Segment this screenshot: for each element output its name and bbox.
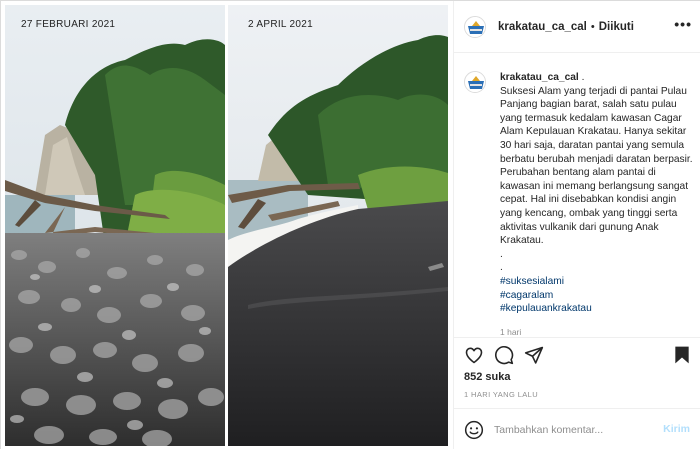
sandy-beach-image — [228, 5, 448, 446]
like-count[interactable]: 852 suka — [464, 371, 510, 383]
post-media[interactable]: 27 FEBRUARI 2021 2 APRIL 2021 — [1, 1, 453, 449]
post-side-panel: krakatau_ca_cal • Diikuti ••• krakatau_c… — [453, 1, 700, 449]
caption-body: krakatau_ca_cal . Suksesi Alam yang terj… — [500, 71, 696, 339]
caption-avatar[interactable] — [464, 71, 486, 93]
hashtag-link[interactable]: #suksesialami — [500, 275, 696, 289]
divider — [454, 337, 700, 338]
krakatau-logo-icon — [465, 72, 485, 92]
hashtag-link[interactable]: #kepulauankrakatau — [500, 302, 696, 316]
rocky-beach-image — [5, 5, 225, 446]
heart-icon[interactable] — [464, 345, 484, 365]
caption-text: Suksesi Alam yang terjadi di pantai Pula… — [500, 85, 693, 247]
caption-dot: . — [500, 262, 503, 274]
comment-icon[interactable] — [494, 345, 514, 365]
photo-date-before: 27 FEBRUARI 2021 — [21, 19, 116, 30]
smiley-icon[interactable] — [464, 420, 484, 440]
hashtag-link[interactable]: #cagaralam — [500, 289, 696, 303]
comment-input[interactable] — [494, 423, 654, 436]
krakatau-logo-icon — [465, 16, 485, 37]
send-icon[interactable] — [524, 345, 544, 365]
action-bar — [464, 345, 692, 367]
caption-username[interactable]: krakatau_ca_cal — [500, 72, 579, 83]
more-horizontal-icon[interactable]: ••• — [674, 17, 692, 31]
hashtag-list: #suksesialami #cagaralam #kepulauankraka… — [500, 275, 696, 316]
post-comment-button[interactable]: Kirim — [663, 423, 690, 435]
comment-bar: Kirim — [454, 408, 700, 449]
photo-before: 27 FEBRUARI 2021 — [5, 5, 225, 446]
post-header: krakatau_ca_cal • Diikuti ••• — [454, 1, 700, 53]
caption-dot: . — [500, 248, 503, 260]
photo-after: 2 APRIL 2021 — [228, 5, 448, 446]
instagram-post-window: 27 FEBRUARI 2021 2 APRIL 2021 krakatau_c… — [0, 0, 700, 449]
separator-dot: • — [590, 20, 595, 33]
post-timestamp: 1 HARI YANG LALU — [464, 390, 539, 399]
following-button[interactable]: Diikuti — [599, 21, 634, 33]
bookmark-icon[interactable] — [672, 345, 692, 365]
avatar[interactable] — [464, 15, 486, 38]
header-username[interactable]: krakatau_ca_cal — [498, 21, 587, 33]
photo-date-after: 2 APRIL 2021 — [248, 19, 313, 30]
